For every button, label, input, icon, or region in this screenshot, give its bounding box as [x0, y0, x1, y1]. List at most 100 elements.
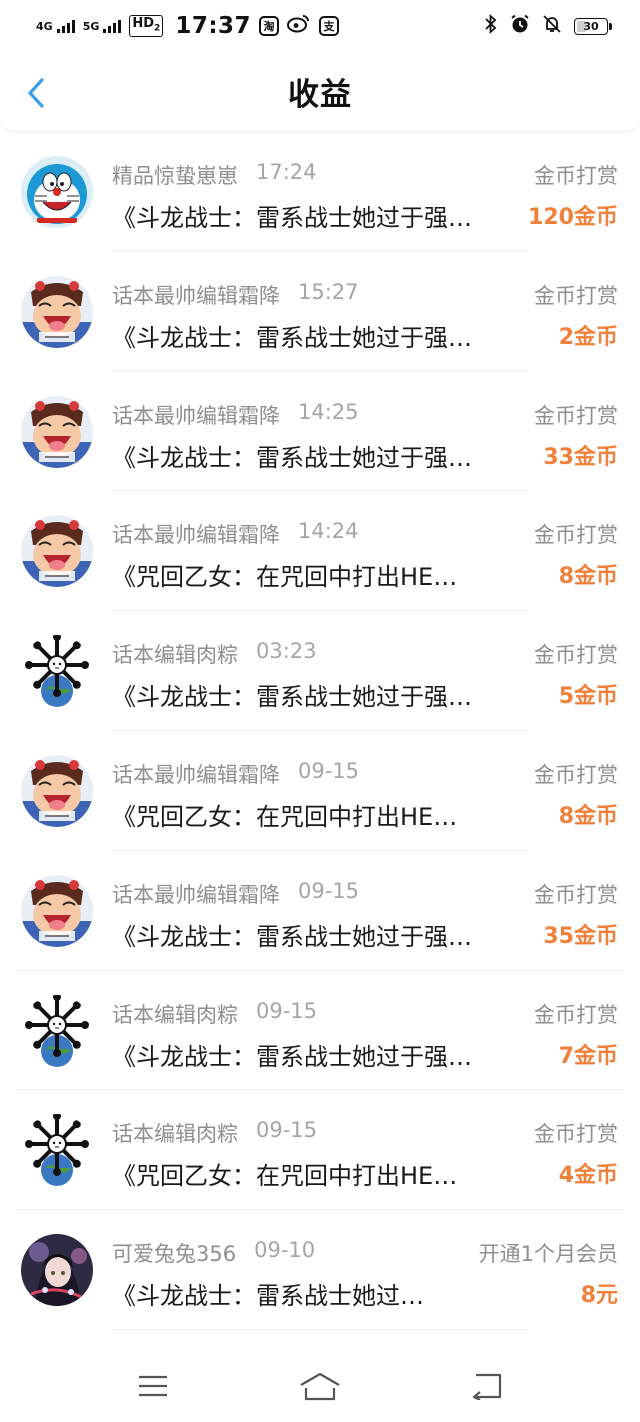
earning-amount: 8元	[580, 1283, 618, 1309]
list-item[interactable]: 话本最帅编辑霜降 15:27 金币打赏 《斗龙战士：雷系战士她过于强… 2金币	[0, 252, 640, 372]
earning-type: 金币打赏	[534, 164, 618, 188]
alarm-icon	[510, 14, 530, 39]
earning-amount: 7金币	[558, 1043, 618, 1069]
row-meta: 话本最帅编辑霜降 14:24	[112, 519, 359, 549]
avatar[interactable]	[21, 635, 93, 708]
earning-amount: 33金币	[543, 444, 618, 470]
system-nav-bar	[0, 1350, 640, 1422]
row-meta: 话本编辑肉粽 03:23	[112, 639, 317, 669]
work-title: 《斗龙战士：雷系战士她过于强…	[112, 323, 472, 352]
row-meta: 话本编辑肉粽 09-15	[112, 1118, 317, 1148]
work-title: 《斗龙战士：雷系战士她过于强…	[112, 443, 472, 472]
earning-amount: 8金币	[558, 803, 618, 829]
list-item[interactable]: 话本最帅编辑霜降 14:24 金币打赏《咒回乙女：在咒回中打出HE… 8金币	[0, 491, 640, 612]
avatar[interactable]	[21, 1234, 93, 1307]
row-time: 09-15	[256, 1118, 318, 1143]
row-time: 09-15	[256, 998, 318, 1023]
list-item[interactable]: 可爱兔兔356 09-10 开通1个月会员《斗龙战士：雷系战士她过… 8元	[0, 1210, 640, 1330]
row-time: 09-15	[298, 878, 360, 903]
avatar[interactable]	[21, 515, 93, 588]
hd-sub: 2	[154, 23, 161, 34]
earning-type: 金币打赏	[534, 403, 618, 428]
row-time: 09-10	[254, 1238, 316, 1263]
taobao-icon: 淘	[259, 16, 280, 36]
earning-type: 金币打赏	[534, 523, 618, 548]
list-item[interactable]: 精品惊蛰崽崽 17:24 金币打赏《斗龙战士：雷系战士她过于强… 120金币	[0, 132, 640, 252]
sender-name: 话本最帅编辑霜降	[112, 403, 280, 428]
list-item[interactable]: 话本最帅编辑霜降 14:25 金币打赏《斗龙战士：雷系战士她过于强… 33金币	[0, 372, 640, 492]
bluetooth-icon	[484, 13, 498, 39]
home-button[interactable]	[298, 1368, 342, 1404]
home-icon	[300, 1372, 340, 1401]
avatar[interactable]	[21, 1114, 93, 1187]
nav-bar: 收益	[0, 52, 640, 132]
sender-name: 话本编辑肉粽	[112, 643, 238, 668]
menu-button[interactable]	[131, 1368, 175, 1404]
list-item[interactable]: 话本编辑肉粽 09-15 金币打赏《咒回乙女：在咒回中打出HE… 4金币	[0, 1090, 640, 1211]
work-title: 《咒回乙女：在咒回中打出HE…	[112, 802, 458, 831]
battery-icon: 30	[574, 17, 612, 35]
earning-type: 金币打赏	[534, 643, 618, 668]
earning-type: 金币打赏	[534, 1122, 618, 1147]
row-meta: 话本最帅编辑霜降 14:25	[112, 400, 359, 430]
row-divider	[112, 1328, 528, 1330]
earning-type: 金币打赏	[534, 1002, 618, 1027]
avatar[interactable]	[21, 156, 93, 228]
sender-name: 话本编辑肉粽	[112, 1002, 238, 1027]
sender-name: 可爱兔兔356	[112, 1242, 237, 1267]
earning-type: 开通1个月会员	[478, 1242, 618, 1267]
signal-icon: 4G	[36, 19, 75, 33]
mute-icon	[542, 14, 562, 39]
avatar[interactable]	[21, 754, 93, 827]
avatar[interactable]	[21, 874, 93, 947]
weibo-icon	[287, 13, 311, 39]
row-meta: 话本编辑肉粽 09-15	[112, 999, 317, 1029]
menu-icon	[139, 1375, 168, 1397]
sender-name: 话本最帅编辑霜降	[112, 882, 280, 907]
earning-type: 金币打赏	[534, 762, 618, 787]
chevron-left-icon	[28, 78, 44, 108]
alipay-icon: 支	[319, 16, 340, 36]
work-title: 《斗龙战士：雷系战士她过…	[112, 1282, 424, 1311]
hd-label: HD	[132, 15, 155, 31]
row-meta: 话本最帅编辑霜降 09-15	[112, 759, 359, 789]
row-meta: 可爱兔兔356 09-10	[112, 1238, 315, 1268]
avatar[interactable]	[21, 994, 93, 1067]
back-button[interactable]	[22, 76, 50, 110]
signal-label-5g: 5G	[82, 20, 100, 33]
earning-amount: 4金币	[558, 1163, 618, 1189]
status-left: 4G 5G HD2 17:37 淘 支	[36, 13, 340, 39]
row-meta: 话本最帅编辑霜降 15:27	[112, 280, 359, 310]
sender-name: 话本最帅编辑霜降	[112, 523, 280, 548]
work-title: 《咒回乙女：在咒回中打出HE…	[112, 563, 458, 592]
sender-name: 话本最帅编辑霜降	[112, 283, 280, 308]
row-meta: 精品惊蛰崽崽 17:24	[112, 160, 317, 190]
work-title: 《咒回乙女：在咒回中打出HE…	[112, 1162, 458, 1191]
signal-icon-5g: 5G	[83, 19, 122, 33]
earning-amount: 2金币	[558, 324, 618, 350]
status-time: 17:37	[175, 13, 252, 39]
row-time: 15:27	[298, 279, 359, 304]
battery-level: 30	[583, 19, 599, 33]
row-time: 03:23	[256, 639, 317, 664]
row-time: 09-15	[298, 758, 360, 783]
status-bar: 4G 5G HD2 17:37 淘 支 30	[0, 0, 640, 52]
earning-amount: 120金币	[528, 205, 618, 230]
list-item[interactable]: 话本编辑肉粽 03:23 金币打赏 《斗龙战士：雷系战士她过于强… 5金币	[0, 611, 640, 731]
list-item[interactable]: 话本编辑肉粽 09-15 金币打赏 《斗龙战士：雷系战士她过于强… 7金币	[0, 971, 640, 1091]
row-time: 14:25	[298, 399, 359, 424]
avatar[interactable]	[21, 395, 93, 468]
earning-type: 金币打赏	[534, 882, 618, 907]
sender-name: 话本编辑肉粽	[112, 1122, 238, 1147]
list-item[interactable]: 话本最帅编辑霜降 09-15 金币打赏 《斗龙战士：雷系战士她过于强… 35金币	[0, 851, 640, 971]
earning-amount: 5金币	[558, 684, 618, 710]
work-title: 《斗龙战士：雷系战士她过于强…	[112, 922, 472, 951]
row-meta: 话本最帅编辑霜降 09-15	[112, 879, 359, 909]
back-nav-button[interactable]	[465, 1368, 509, 1404]
hd-icon: HD2	[129, 14, 164, 38]
status-right: 30	[484, 13, 612, 39]
list-item[interactable]: 话本最帅编辑霜降 09-15 金币打赏《咒回乙女：在咒回中打出HE… 8金币	[0, 731, 640, 851]
earning-amount: 8金币	[558, 564, 618, 590]
avatar[interactable]	[21, 275, 93, 348]
work-title: 《斗龙战士：雷系战士她过于强…	[112, 204, 472, 232]
